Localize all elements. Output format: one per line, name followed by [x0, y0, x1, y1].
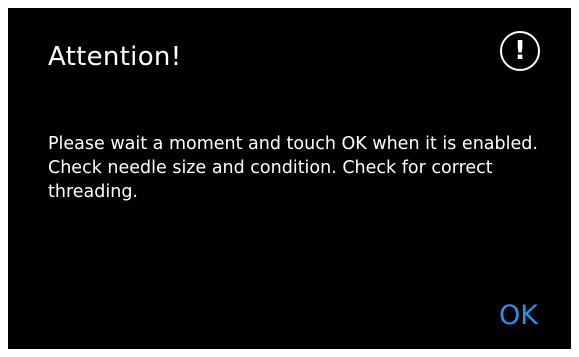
exclamation-circle-icon: ! [500, 31, 540, 71]
dialog-title: Attention! [48, 42, 182, 72]
ok-button[interactable]: OK [499, 302, 538, 329]
exclamation-glyph: ! [514, 36, 526, 66]
attention-dialog: Attention! ! Please wait a moment and to… [8, 8, 571, 349]
dialog-message: Please wait a moment and touch OK when i… [48, 134, 538, 202]
